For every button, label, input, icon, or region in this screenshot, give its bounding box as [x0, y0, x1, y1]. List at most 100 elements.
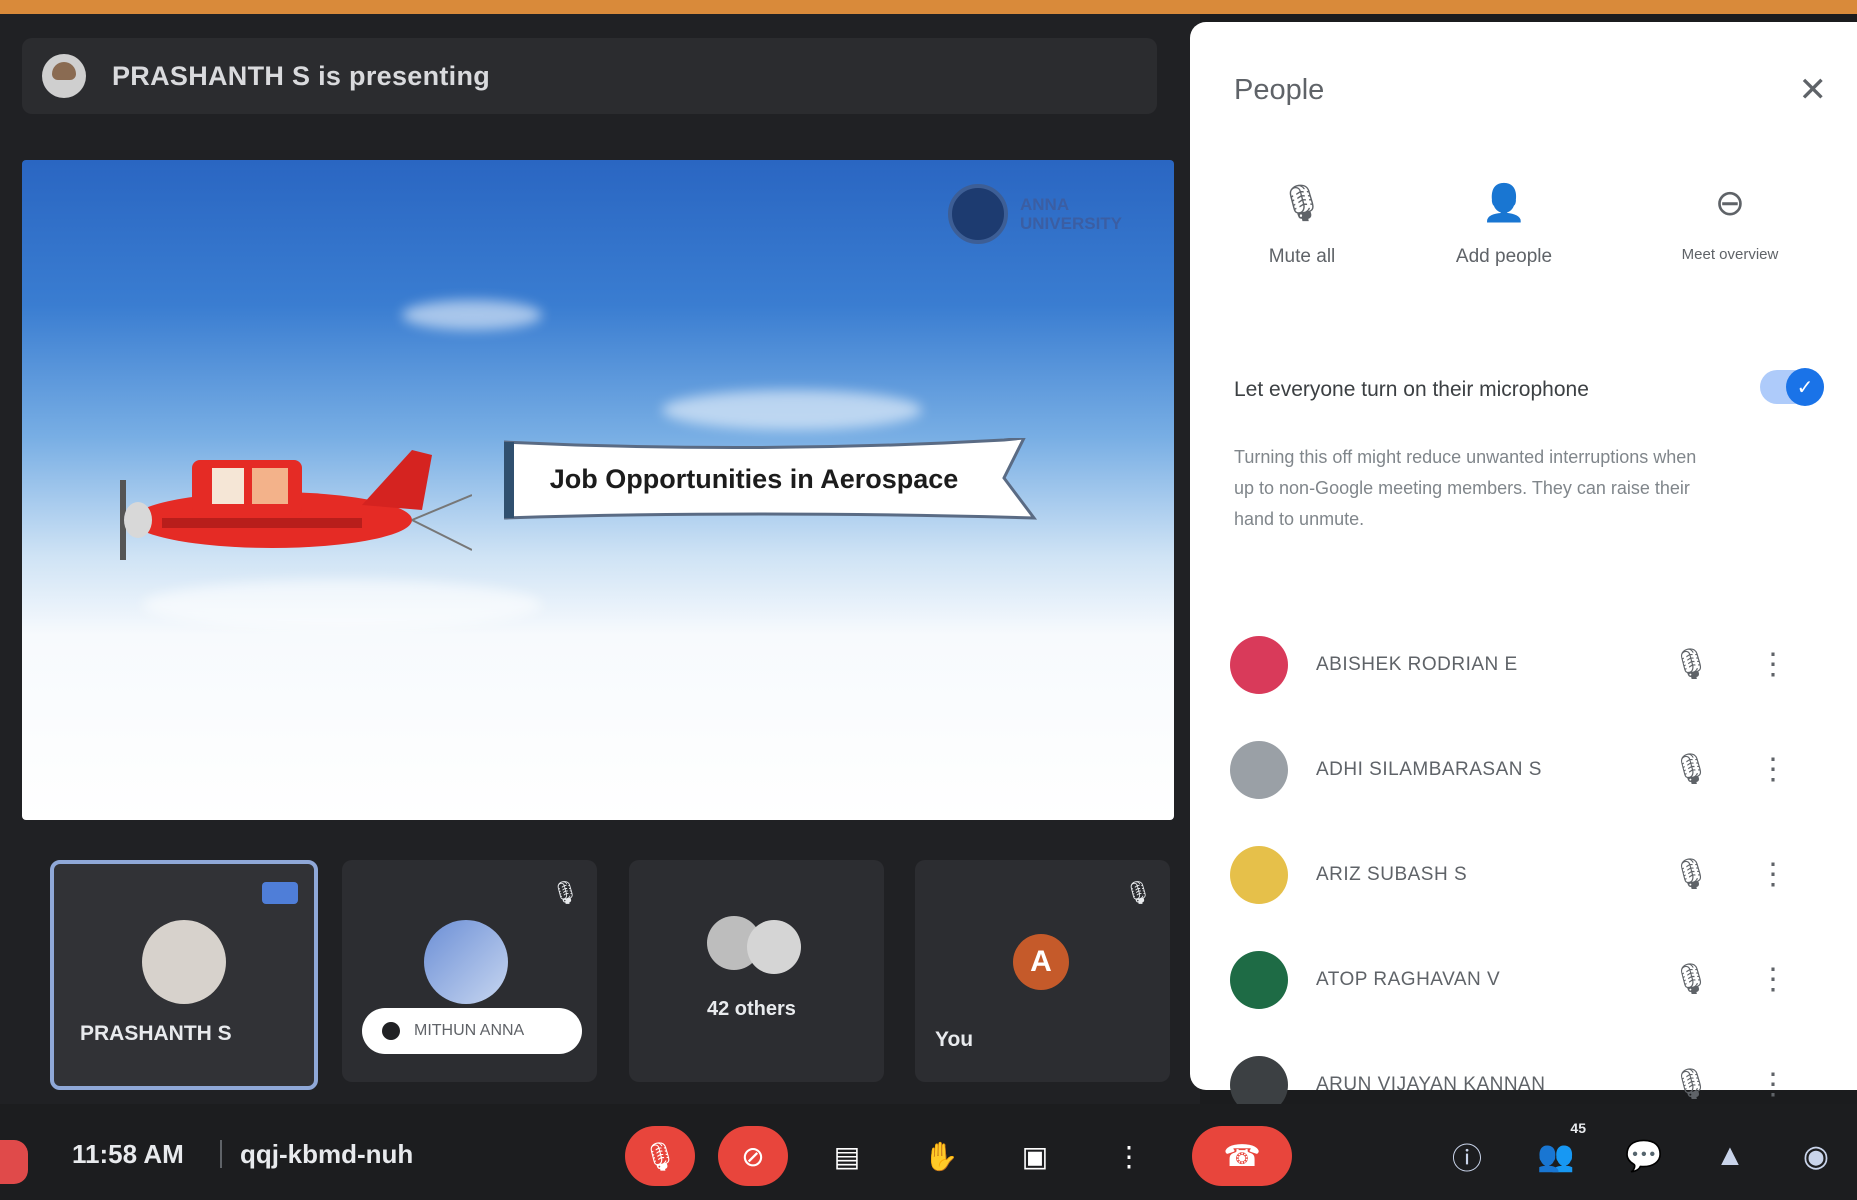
slide-logo: ANNA UNIVERSITY [948, 184, 1140, 244]
meeting-stage: PRASHANTH S is presenting ANNA UNIVERSIT… [0, 14, 1200, 1104]
present-button[interactable]: ▣ [1000, 1126, 1070, 1186]
top-border [0, 0, 1857, 14]
presenting-badge-icon [262, 882, 298, 904]
self-label: You [935, 1028, 974, 1051]
participant-avatar [1230, 740, 1288, 799]
pin-icon [382, 1022, 400, 1040]
activities-button[interactable]: ▲ [1706, 1132, 1754, 1180]
close-icon[interactable]: ✕ [1799, 70, 1828, 110]
host-controls-button[interactable]: ◉ [1792, 1132, 1840, 1180]
people-panel: People ✕ 🎙 Mute all 👤 Add people ⊖ Meet … [1190, 22, 1857, 1114]
others-avatar-2 [747, 920, 801, 974]
participant-name-pill: MITHUN ANNA [362, 1008, 582, 1054]
tile-participant-2[interactable]: 🎙 MITHUN ANNA [342, 860, 597, 1082]
tile-self[interactable]: 🎙 A You [915, 860, 1170, 1082]
mic-permission-row: Let everyone turn on their microphone ✓ [1234, 368, 1824, 406]
mute-all-button[interactable]: 🎙 Mute all [1202, 182, 1402, 268]
list-item[interactable]: ABISHEK RODRIAN E 🎙 ⋮ [1230, 612, 1840, 717]
participant-avatar [1230, 635, 1288, 694]
others-count: 42 others [707, 998, 796, 1020]
toggle-icon: ⊖ [1714, 182, 1746, 223]
more-options-button[interactable]: ⋮ [1094, 1126, 1164, 1186]
hand-icon: ✋ [923, 1140, 959, 1172]
mic-off-icon[interactable]: 🎙 [1672, 962, 1710, 997]
tile-presenter[interactable]: PRASHANTH S [50, 860, 318, 1090]
slide-title: Job Opportunities in Aerospace [549, 463, 959, 494]
recording-indicator [0, 1140, 28, 1184]
divider [220, 1140, 222, 1168]
captions-button[interactable]: ▤ [812, 1126, 882, 1186]
meet-overview-button[interactable]: ⊖ Meet overview [1630, 182, 1830, 263]
presenting-banner: PRASHANTH S is presenting [22, 38, 1157, 114]
presenter-avatar [42, 54, 86, 98]
captions-icon: ▤ [833, 1140, 861, 1172]
mic-off-icon[interactable]: 🎙 [1672, 1067, 1710, 1102]
tile-others[interactable]: 42 others [629, 860, 884, 1082]
shapes-icon: ▲ [1715, 1139, 1745, 1172]
participant-avatar [1230, 845, 1288, 904]
meeting-code: qqj-kbmd-nuh [240, 1139, 414, 1169]
action-label: Meet overview [1681, 246, 1779, 263]
participant-tiles: PRASHANTH S 🎙 MITHUN ANNA 42 others 🎙 A … [22, 860, 1172, 1090]
info-icon: ⓘ [1452, 1143, 1482, 1176]
leave-call-button[interactable]: ☎ [1192, 1126, 1292, 1186]
raise-hand-button[interactable]: ✋ [906, 1126, 976, 1186]
presentation-slide[interactable]: ANNA UNIVERSITY Job Opportunities in Aer… [22, 160, 1174, 820]
toggle-label: Let everyone turn on their microphone [1234, 378, 1589, 401]
university-seal-icon [948, 184, 1008, 244]
logo-text: ANNA UNIVERSITY [1020, 195, 1123, 233]
people-icon: 👥 [1537, 1139, 1575, 1173]
list-item[interactable]: ADHI SILAMBARASAN S 🎙 ⋮ [1230, 717, 1840, 822]
more-options-icon[interactable]: ⋮ [1758, 857, 1788, 892]
presenting-text: PRASHANTH S is presenting [112, 60, 491, 91]
chat-button[interactable]: 💬 [1620, 1132, 1668, 1180]
action-label: Add people [1455, 246, 1553, 267]
presenter-tile-avatar [142, 920, 226, 1004]
present-screen-icon: ▣ [1021, 1140, 1049, 1172]
more-options-icon: ⋮ [1115, 1140, 1143, 1172]
people-count-badge: 45 [1570, 1120, 1586, 1136]
mic-off-icon: 🎙 [642, 1140, 678, 1172]
check-icon: ✓ [1786, 368, 1824, 406]
panel-title: People [1234, 74, 1325, 106]
mic-off-icon: 🎙 [1279, 182, 1325, 223]
participant-name: ADHI SILAMBARASAN S [1316, 758, 1542, 780]
participant-list: ABISHEK RODRIAN E 🎙 ⋮ ADHI SILAMBARASAN … [1230, 612, 1840, 1137]
mic-permission-toggle[interactable]: ✓ [1760, 368, 1824, 406]
camera-off-icon: ⊘ [741, 1140, 765, 1172]
pill-text: MITHUN ANNA [414, 1022, 525, 1039]
self-avatar: A [1013, 934, 1069, 990]
action-label: Mute all [1268, 246, 1336, 267]
clock: 11:58 AM [72, 1139, 184, 1169]
more-options-icon[interactable]: ⋮ [1758, 752, 1788, 787]
meeting-details-button[interactable]: ⓘ [1443, 1132, 1491, 1180]
toggle-description: Turning this off might reduce unwanted i… [1234, 447, 1697, 529]
more-options-icon[interactable]: ⋮ [1758, 647, 1788, 682]
participant-name: ARUN VIJAYAN KANNAN [1316, 1073, 1546, 1095]
mic-off-icon[interactable]: 🎙 [1672, 857, 1710, 892]
chat-icon: 💬 [1625, 1139, 1663, 1173]
people-button[interactable]: 👥 45 [1532, 1120, 1586, 1180]
tile-name: PRASHANTH S [80, 1022, 232, 1045]
hang-up-icon: ☎ [1223, 1139, 1261, 1173]
bottom-control-bar: 11:58 AM qqj-kbmd-nuh 🎙 ⊘ ▤ ✋ ▣ ⋮ ☎ ⓘ 👥 … [0, 1104, 1857, 1200]
more-options-icon[interactable]: ⋮ [1758, 962, 1788, 997]
add-people-button[interactable]: 👤 Add people [1404, 182, 1604, 268]
mic-off-icon: 🎙 [551, 880, 579, 905]
camera-button[interactable]: ⊘ [718, 1126, 788, 1186]
participant-avatar [424, 920, 508, 1004]
airplane-illustration [120, 450, 472, 560]
person-add-icon: 👤 [1481, 182, 1527, 223]
mic-off-icon[interactable]: 🎙 [1672, 647, 1710, 682]
participant-avatar [1230, 950, 1288, 1009]
list-item[interactable]: ATOP RAGHAVAN V 🎙 ⋮ [1230, 927, 1840, 1032]
participant-name: ATOP RAGHAVAN V [1316, 968, 1501, 990]
participant-name: ARIZ SUBASH S [1316, 863, 1468, 885]
lock-icon: ◉ [1802, 1139, 1830, 1173]
mic-off-icon: 🎙 [1124, 880, 1152, 905]
mic-off-icon[interactable]: 🎙 [1672, 752, 1710, 787]
participant-name: ABISHEK RODRIAN E [1316, 653, 1518, 675]
microphone-button[interactable]: 🎙 [625, 1126, 695, 1186]
more-options-icon[interactable]: ⋮ [1758, 1067, 1788, 1102]
list-item[interactable]: ARIZ SUBASH S 🎙 ⋮ [1230, 822, 1840, 927]
